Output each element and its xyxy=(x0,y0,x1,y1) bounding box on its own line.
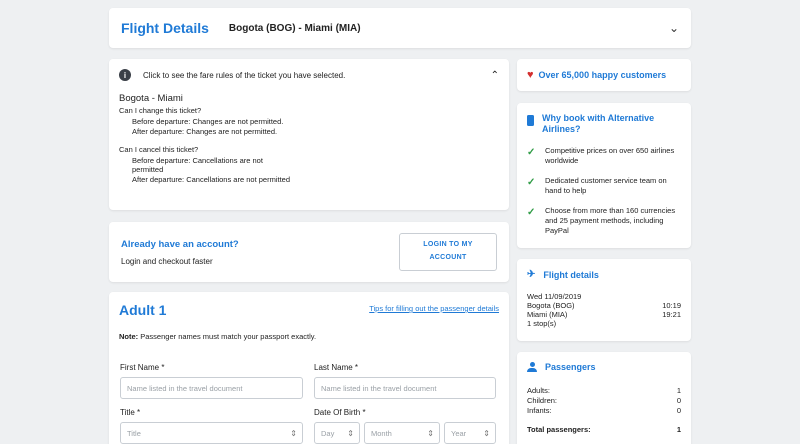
why-item-text: Dedicated customer service team on hand … xyxy=(545,175,667,195)
check-icon: ✓ xyxy=(527,146,536,158)
fare-rules-toggle[interactable]: i Click to see the fare rules of the tic… xyxy=(119,69,499,81)
why-book-heading: Why book with Alternative Airlines? xyxy=(542,113,655,135)
arrive-time: 19:21 xyxy=(662,310,681,319)
login-button[interactable]: LOGIN TO MY ACCOUNT xyxy=(399,233,497,271)
person-icon xyxy=(527,362,537,372)
list-item: ✓ Competitive prices on over 650 airline… xyxy=(527,146,681,166)
login-button-line2: ACCOUNT xyxy=(429,254,467,261)
total-passengers-label: Total passengers: xyxy=(527,425,591,435)
why-book-panel: Why book with Alternative Airlines? ✓ Co… xyxy=(517,103,691,248)
why-item-text: Competitive prices on over 650 airlines … xyxy=(545,145,675,165)
total-passengers-value: 1 xyxy=(676,425,681,435)
list-item: ✓ Choose from more than 160 currencies a… xyxy=(527,206,681,236)
flight-route: Bogota (BOG) - Miami (MIA) xyxy=(228,22,361,34)
adults-value: 1 xyxy=(676,386,681,395)
passport-note: Note: Passenger names must match your pa… xyxy=(119,332,499,341)
last-name-input[interactable]: Name listed in the travel document xyxy=(314,377,496,399)
check-icon: ✓ xyxy=(527,207,536,218)
chevron-up-icon[interactable]: ⌃ xyxy=(491,70,499,81)
passenger-form: Adult 1 Tips for filling out the passeng… xyxy=(109,292,509,444)
fare-rules-route: Bogota - Miami xyxy=(119,93,183,104)
dob-label: Date Of Birth * xyxy=(314,408,366,417)
depart-time: 10:19 xyxy=(662,301,681,310)
cancel-after-departure: After departure: Cancellations are not p… xyxy=(132,175,291,184)
info-icon: i xyxy=(119,69,131,81)
note-text: Passenger names must match your passport… xyxy=(138,332,317,341)
flight-summary-heading: Flight details xyxy=(543,269,599,280)
cancel-question: Can I cancel this ticket? xyxy=(119,144,199,154)
cancel-before-departure-cont: permitted xyxy=(132,165,164,175)
dob-day-select[interactable]: Day xyxy=(314,422,360,444)
children-label: Children: xyxy=(527,395,558,405)
stops: 1 stop(s) xyxy=(527,319,557,328)
dob-year-select[interactable]: Year xyxy=(444,422,496,444)
first-name-label: First Name * xyxy=(120,363,165,372)
title-select[interactable]: Title xyxy=(120,422,303,444)
list-item: ✓ Dedicated customer service team on han… xyxy=(527,176,681,196)
last-name-label: Last Name * xyxy=(314,363,359,372)
passengers-heading: Passengers xyxy=(545,362,596,372)
destination: Miami (MIA) xyxy=(527,310,568,319)
flight-date: Wed 11/09/2019 xyxy=(527,292,582,301)
note-label: Note: xyxy=(119,332,139,341)
heart-icon: ♥ xyxy=(527,69,534,81)
fare-rules-panel: i Click to see the fare rules of the tic… xyxy=(109,59,509,210)
account-panel: Already have an account? Login and check… xyxy=(109,222,509,282)
infants-label: Infants: xyxy=(527,405,552,415)
airplane-icon: ✈ xyxy=(527,269,536,280)
check-icon: ✓ xyxy=(527,176,536,188)
chevron-down-icon[interactable]: ⌄ xyxy=(669,21,679,35)
children-value: 0 xyxy=(676,395,681,405)
happy-customers-text: Over 65,000 happy customers xyxy=(538,70,667,80)
login-button-line1: LOGIN TO MY xyxy=(423,241,473,249)
title-label: Title * xyxy=(120,408,141,417)
cancel-before-departure: Before departure: Cancellations are not xyxy=(132,155,263,165)
infants-value: 0 xyxy=(676,405,681,415)
passengers-panel: Passengers Adults: 1 Children: 0 Infants… xyxy=(517,352,691,444)
first-name-input[interactable]: Name listed in the travel document xyxy=(120,377,303,399)
tips-link[interactable]: Tips for filling out the passenger detai… xyxy=(369,304,499,313)
why-item-text: Choose from more than 160 currencies and… xyxy=(545,206,676,236)
dob-month-select[interactable]: Month xyxy=(364,422,440,444)
change-question: Can I change this ticket? xyxy=(119,106,202,115)
mobile-icon xyxy=(527,115,534,126)
change-after-departure: After departure: Changes are not permitt… xyxy=(132,126,278,136)
fare-rules-intro: Click to see the fare rules of the ticke… xyxy=(143,70,346,80)
adults-label: Adults: xyxy=(527,386,550,395)
origin: Bogota (BOG) xyxy=(527,301,575,310)
account-heading: Already have an account? xyxy=(121,238,239,250)
happy-customers-panel: ♥ Over 65,000 happy customers xyxy=(517,59,691,91)
flight-details-title: Flight Details xyxy=(121,20,209,36)
passenger-title: Adult 1 xyxy=(119,302,167,318)
change-before-departure: Before departure: Changes are not permit… xyxy=(132,117,284,126)
flight-summary-panel: ✈ Flight details Wed 11/09/2019 Bogota (… xyxy=(517,259,691,341)
flight-details-header[interactable]: Flight Details Bogota (BOG) - Miami (MIA… xyxy=(109,8,691,48)
account-subtext: Login and checkout faster xyxy=(121,256,213,266)
